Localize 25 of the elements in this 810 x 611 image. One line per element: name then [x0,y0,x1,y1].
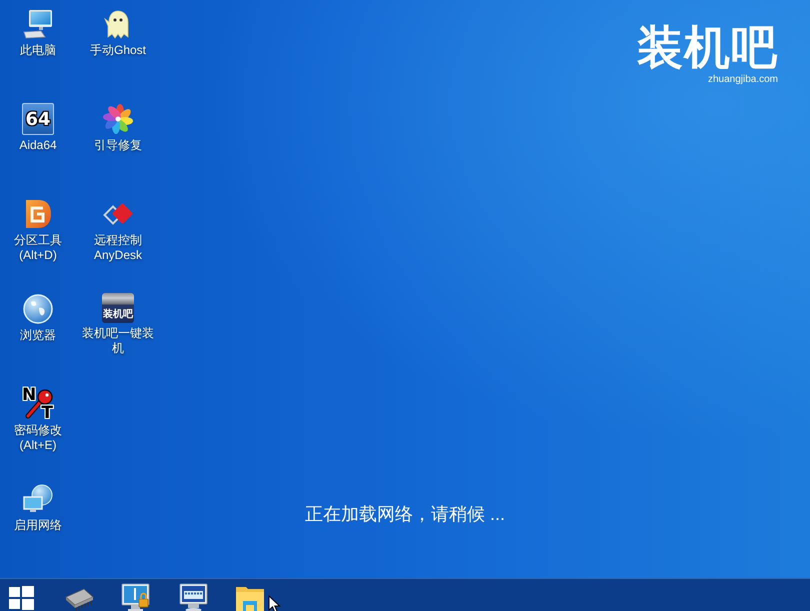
usb-drive: 装机吧 [102,293,134,323]
pinwheel-icon [102,103,134,135]
monitor-keyboard-icon [176,583,208,611]
desktop-shortcut[interactable]: 装机吧 装机吧一键装机 [80,293,156,356]
desktop-shortcut[interactable]: 启用网络 [0,483,76,533]
mouse-pointer-icon [268,595,281,611]
desktop-shortcut[interactable]: 此电脑 [0,8,76,58]
logo-wordmark: 装机吧 [637,22,778,72]
desktop-shortcut[interactable]: 手动Ghost [80,8,156,58]
icon-letter: N [22,386,36,404]
network-icon [22,483,54,515]
status-message: 正在加载网络，请稍候 ... [304,503,505,525]
computer-icon [22,8,54,40]
logo-url: zhuangjiba.com [708,74,778,86]
monitor-lock-icon [120,583,152,611]
desktop-shortcut[interactable]: 浏览器 [0,293,76,343]
desktop-shortcut[interactable]: 分区工具(Alt+D) [0,198,76,263]
icon-letter: T [41,404,53,422]
desktop-shortcut[interactable]: N T 密码修改(Alt+E) [0,388,76,453]
windows-logo-icon [8,586,34,610]
desktop-shortcut[interactable]: 64 Aida64 [0,103,76,153]
globe-icon [22,293,54,325]
desktop-shortcut[interactable]: 远程控制AnyDesk [80,198,156,263]
desktop-shortcut[interactable]: 引导修复 [80,103,156,153]
number-tile: 64 [22,103,54,135]
